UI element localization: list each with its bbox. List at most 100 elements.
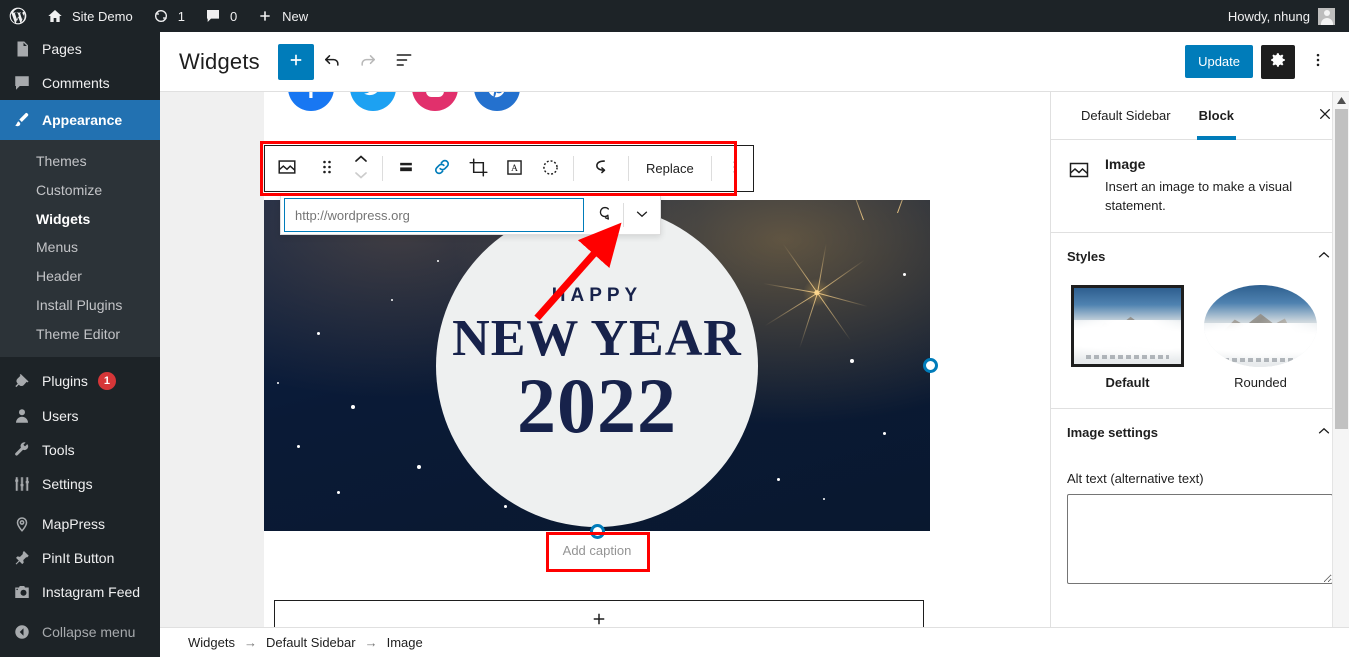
align-options-button[interactable] bbox=[388, 146, 424, 191]
block-card: Image Insert an image to make a visual s… bbox=[1051, 140, 1349, 233]
sidebar-item-pages[interactable]: Pages bbox=[0, 32, 160, 66]
wordpress-logo-icon bbox=[8, 6, 28, 26]
pinterest-icon[interactable] bbox=[474, 92, 520, 111]
sidebar-item-plugins[interactable]: Plugins 1 bbox=[0, 363, 160, 399]
sidebar-item-users[interactable]: Users bbox=[0, 399, 160, 433]
submit-curved-arrow-icon bbox=[595, 204, 615, 227]
image-settings-panel-header[interactable]: Image settings bbox=[1067, 409, 1333, 457]
chevron-up-icon[interactable] bbox=[1315, 422, 1333, 443]
new-year-badge: HAPPY NEW YEAR 2022 bbox=[436, 204, 758, 527]
vertical-dots-icon bbox=[1309, 51, 1327, 72]
alt-text-input[interactable] bbox=[1067, 493, 1333, 584]
new-content-button[interactable]: New bbox=[246, 0, 317, 32]
sidebar-item-settings[interactable]: Settings bbox=[0, 467, 160, 501]
crop-image-button[interactable] bbox=[460, 146, 496, 191]
submenu-item-menus[interactable]: Menus bbox=[0, 233, 160, 262]
sidebar-item-pinit-button[interactable]: PinIt Button bbox=[0, 541, 160, 575]
styles-panel-title: Styles bbox=[1067, 249, 1106, 265]
drag-handle[interactable] bbox=[309, 146, 345, 191]
breadcrumb-item-widgets[interactable]: Widgets bbox=[188, 635, 235, 650]
pages-icon bbox=[12, 39, 32, 59]
new-content-label: New bbox=[282, 8, 309, 24]
instagram-icon[interactable] bbox=[412, 92, 458, 111]
breadcrumb-item-image[interactable]: Image bbox=[387, 635, 423, 650]
settings-toggle-button[interactable] bbox=[1261, 44, 1295, 79]
add-block-button[interactable] bbox=[277, 43, 314, 80]
image-caption[interactable]: Add caption bbox=[547, 537, 647, 564]
sidebar-item-label: Comments bbox=[42, 75, 110, 91]
plus-icon bbox=[287, 51, 305, 72]
sidebar-item-label: Settings bbox=[42, 475, 93, 492]
tools-wrench-icon bbox=[12, 440, 32, 460]
chevron-up-icon[interactable] bbox=[1315, 246, 1333, 267]
replace-arrow-button[interactable] bbox=[579, 146, 623, 191]
submenu-item-customize[interactable]: Customize bbox=[0, 176, 160, 205]
comments-button[interactable]: 0 bbox=[194, 0, 246, 32]
vertical-dots-icon bbox=[726, 158, 744, 179]
caption-placeholder[interactable]: Add caption bbox=[547, 537, 647, 564]
insert-link-button[interactable] bbox=[424, 146, 460, 191]
undo-button[interactable] bbox=[314, 44, 350, 80]
inspector-tabs: Default Sidebar Block bbox=[1051, 92, 1349, 140]
sidebar-item-label: Users bbox=[42, 407, 79, 424]
site-name-button[interactable]: Site Demo bbox=[36, 0, 142, 32]
svg-text:A: A bbox=[511, 163, 518, 174]
comments-count: 0 bbox=[229, 8, 238, 24]
chevron-down-icon bbox=[633, 205, 651, 226]
update-button[interactable]: Update bbox=[1185, 45, 1253, 78]
style-option-default[interactable]: Default bbox=[1071, 284, 1184, 390]
comment-bubble-icon bbox=[203, 6, 223, 26]
duotone-filter-icon bbox=[540, 157, 561, 181]
image-resize-handle-bottom[interactable] bbox=[590, 524, 605, 539]
sidebar-item-mappress[interactable]: MapPress bbox=[0, 507, 160, 541]
image-block[interactable]: HAPPY NEW YEAR 2022 bbox=[264, 200, 930, 531]
link-submit-button[interactable] bbox=[587, 196, 623, 234]
submenu-item-header[interactable]: Header bbox=[0, 262, 160, 291]
tab-block[interactable]: Block bbox=[1185, 92, 1248, 140]
tab-default-sidebar[interactable]: Default Sidebar bbox=[1067, 92, 1185, 140]
sidebar-item-tools[interactable]: Tools bbox=[0, 433, 160, 467]
replace-button[interactable]: Replace bbox=[634, 146, 706, 191]
move-up-button[interactable] bbox=[353, 153, 369, 169]
move-down-button[interactable] bbox=[353, 169, 369, 185]
social-icons-block[interactable] bbox=[288, 92, 520, 111]
scroll-up-arrow[interactable] bbox=[1333, 92, 1349, 109]
drag-handle-icon bbox=[319, 158, 335, 179]
twitter-icon[interactable] bbox=[350, 92, 396, 111]
link-url-input[interactable] bbox=[284, 198, 584, 232]
facebook-icon[interactable] bbox=[288, 92, 334, 111]
inspector-scrollbar[interactable] bbox=[1332, 92, 1349, 657]
wordpress-logo-button[interactable] bbox=[0, 0, 36, 32]
style-option-rounded[interactable]: Rounded bbox=[1204, 284, 1317, 390]
sidebar-item-comments[interactable]: Comments bbox=[0, 66, 160, 100]
block-type-image-button[interactable] bbox=[265, 146, 309, 191]
submenu-item-themes[interactable]: Themes bbox=[0, 147, 160, 176]
sidebar-item-instagram-feed[interactable]: Instagram Feed bbox=[0, 575, 160, 609]
add-text-over-image-button[interactable]: A bbox=[496, 146, 532, 191]
apply-duotone-filter-button[interactable] bbox=[532, 146, 568, 191]
sidebar-item-appearance[interactable]: Appearance bbox=[0, 100, 168, 140]
updates-button[interactable]: 1 bbox=[142, 0, 194, 32]
breadcrumb-item-default-sidebar[interactable]: Default Sidebar bbox=[266, 635, 356, 650]
breadcrumb-separator: → bbox=[243, 635, 257, 650]
styles-panel-header[interactable]: Styles bbox=[1067, 233, 1333, 281]
style-preview-rounded bbox=[1204, 284, 1317, 367]
avatar bbox=[1318, 7, 1335, 25]
image-resize-handle-right[interactable] bbox=[923, 358, 938, 373]
editor-more-options-button[interactable] bbox=[1303, 45, 1333, 79]
style-label: Default bbox=[1105, 374, 1150, 390]
submenu-item-install-plugins[interactable]: Install Plugins bbox=[0, 291, 160, 320]
link-settings-expand-button[interactable] bbox=[624, 196, 660, 234]
submenu-item-theme-editor[interactable]: Theme Editor bbox=[0, 320, 160, 349]
badge-happy-text: HAPPY bbox=[551, 284, 643, 306]
submenu-item-widgets[interactable]: Widgets bbox=[0, 205, 160, 234]
block-more-options-button[interactable] bbox=[717, 146, 753, 191]
gear-icon bbox=[1269, 51, 1287, 72]
account-menu[interactable]: Howdy, nhung bbox=[1228, 7, 1349, 25]
collapse-menu-button[interactable]: Collapse menu bbox=[0, 615, 160, 649]
pin-icon bbox=[12, 548, 32, 568]
move-block-controls bbox=[345, 146, 377, 191]
inspector-scrollbar-thumb[interactable] bbox=[1335, 109, 1348, 429]
list-view-button[interactable] bbox=[386, 44, 422, 80]
redo-button[interactable] bbox=[350, 44, 386, 80]
